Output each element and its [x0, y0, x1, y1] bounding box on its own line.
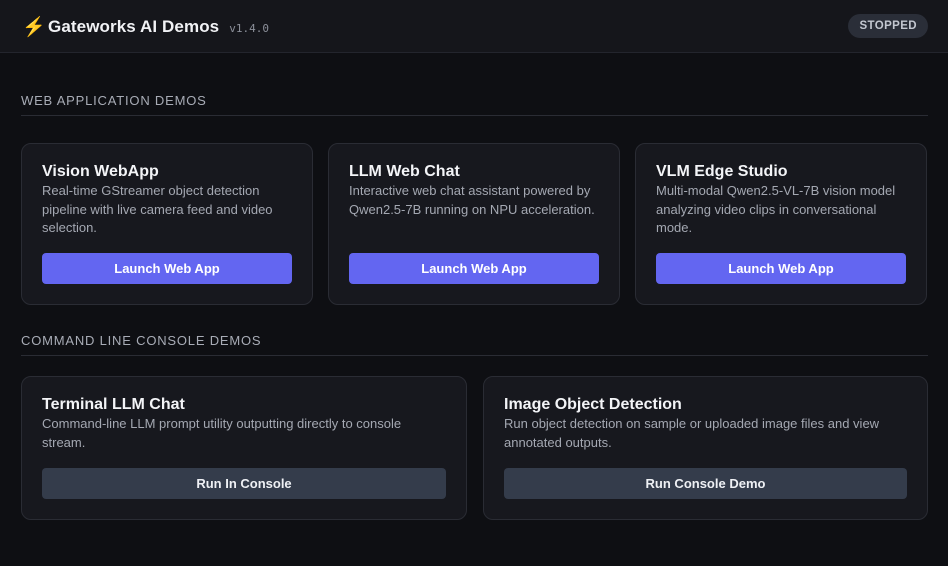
- top-bar: ⚡ Gateworks AI Demos v1.4.0 STOPPED: [0, 0, 948, 53]
- card-description: Interactive web chat assistant powered b…: [349, 183, 595, 217]
- card-title: Terminal LLM Chat: [42, 396, 185, 413]
- run-console-demo-button[interactable]: Run Console Demo: [504, 468, 907, 499]
- version-label: v1.4.0: [229, 22, 269, 35]
- launch-web-app-button[interactable]: Launch Web App: [42, 253, 292, 284]
- card-llm-web-chat: LLM Web Chat Interactive web chat assist…: [328, 143, 620, 305]
- card-description: Multi-modal Qwen2.5-VL-7B vision model a…: [656, 183, 896, 235]
- card-description: Run object detection on sample or upload…: [504, 416, 880, 450]
- launch-web-app-button[interactable]: Launch Web App: [656, 253, 906, 284]
- brand: ⚡ Gateworks AI Demos v1.4.0: [22, 14, 269, 38]
- main-content: WEB APPLICATION DEMOS Vision WebApp Real…: [0, 93, 948, 520]
- card-image-object-detection: Image Object Detection Run object detect…: [483, 376, 928, 520]
- run-in-console-button[interactable]: Run In Console: [42, 468, 446, 499]
- card-title: VLM Edge Studio: [656, 163, 788, 180]
- card-description: Command-line LLM prompt utility outputti…: [42, 416, 402, 450]
- card-title: Image Object Detection: [504, 396, 682, 413]
- card-terminal-llm-chat: Terminal LLM Chat Command-line LLM promp…: [21, 376, 467, 520]
- card-vision-webapp: Vision WebApp Real-time GStreamer object…: [21, 143, 313, 305]
- cli-demos-grid: Terminal LLM Chat Command-line LLM promp…: [21, 376, 928, 520]
- app-title: Gateworks AI Demos: [48, 17, 220, 36]
- card-title: LLM Web Chat: [349, 163, 460, 180]
- status-badge: STOPPED: [848, 14, 928, 38]
- section-heading-web: WEB APPLICATION DEMOS: [21, 93, 928, 116]
- launch-web-app-button[interactable]: Launch Web App: [349, 253, 599, 284]
- card-vlm-edge-studio: VLM Edge Studio Multi-modal Qwen2.5-VL-7…: [635, 143, 927, 305]
- lightning-bolt-icon: ⚡: [22, 17, 46, 38]
- web-demos-grid: Vision WebApp Real-time GStreamer object…: [21, 143, 928, 305]
- card-title: Vision WebApp: [42, 163, 159, 180]
- card-description: Real-time GStreamer object detection pip…: [42, 183, 273, 235]
- section-heading-cli: COMMAND LINE CONSOLE DEMOS: [21, 333, 928, 356]
